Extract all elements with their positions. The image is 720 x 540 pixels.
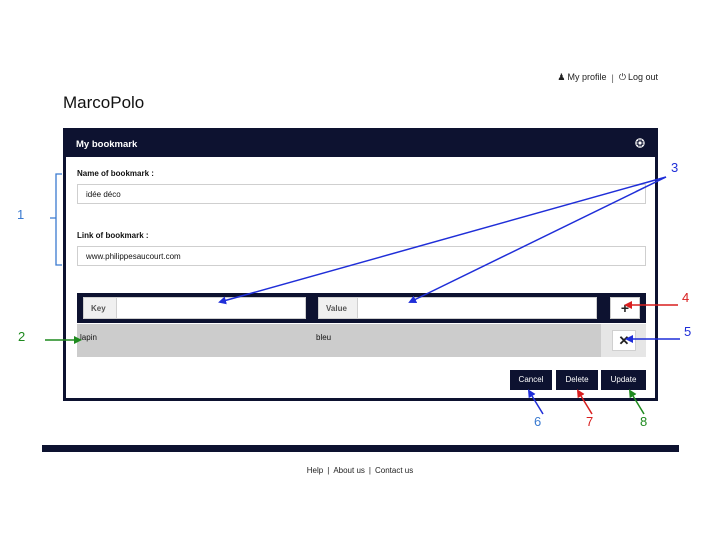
annotation-5: 5 [684,324,692,339]
annotation-8: 8 [640,414,648,429]
arrow-6 [527,389,544,415]
arrow-3b [408,176,667,303]
annotation-overlay [45,173,680,415]
arrow-8 [628,389,645,415]
arrow-3a [218,176,667,305]
annotation-6: 6 [534,414,542,429]
arrow-7 [576,389,593,415]
annotation-3: 3 [671,160,679,175]
annotation-1: 1 [17,207,25,222]
bracket-1 [50,173,62,266]
annotation-2: 2 [18,329,26,344]
annotation-4: 4 [682,290,690,305]
annotation-7: 7 [586,414,594,429]
